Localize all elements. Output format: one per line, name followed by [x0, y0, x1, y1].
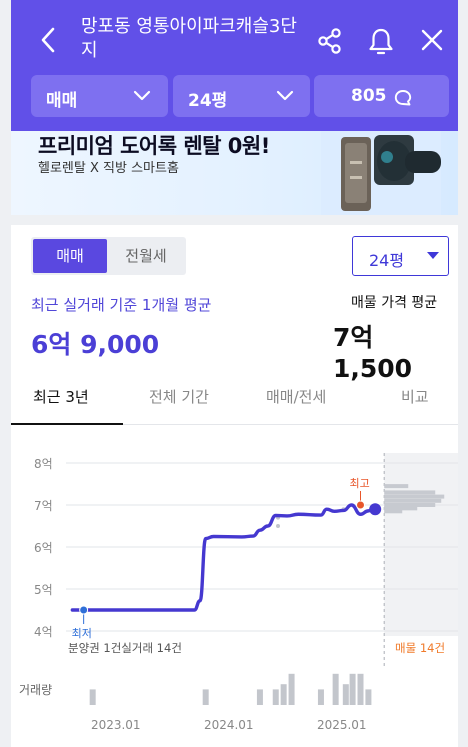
y-tick-label: 7억: [34, 499, 53, 513]
promo-banner[interactable]: 프리미엄 도어록 렌탈 0원! 헬로렌탈 X 직방 스마트홈: [11, 131, 458, 215]
tab-all-period[interactable]: 전체 기간: [149, 386, 209, 407]
size-dropdown[interactable]: 24평: [173, 75, 310, 117]
active-tab-indicator: [11, 423, 123, 425]
tab-compare[interactable]: 비교: [401, 386, 429, 407]
size-value: 24평: [188, 91, 228, 111]
volume-label: 거래량: [19, 683, 52, 697]
banner-subtitle: 헬로렌탈 X 직방 스마트홈: [38, 161, 179, 176]
price-line: [70, 503, 375, 612]
x-tick-label: 2023.01: [91, 718, 141, 732]
y-tick-label: 5억: [34, 583, 53, 597]
volume-bar: [332, 673, 339, 705]
share-button[interactable]: [315, 26, 345, 56]
listing-distribution-bar: [384, 509, 403, 514]
chevron-left-icon: [41, 27, 55, 53]
section-divider: [11, 215, 458, 225]
door-lock-image: [321, 131, 441, 215]
x-tick-label: 2024.01: [204, 718, 254, 732]
listing-distribution-bar: [384, 490, 436, 495]
tab-trade-jeonse[interactable]: 매매/전세: [266, 386, 326, 407]
tab-recent-3y[interactable]: 최근 3년: [33, 386, 89, 407]
y-tick-label: 6억: [34, 541, 53, 555]
trade-rent-toggle: 매매 전월세: [31, 237, 186, 275]
header: 망포동 영통아이파크캐슬3단지 매매 24평 805: [11, 0, 458, 131]
volume-bar: [342, 684, 349, 705]
volume-bar: [357, 673, 364, 705]
size-select[interactable]: 24평: [352, 236, 449, 276]
lowest-point: [79, 605, 89, 615]
period-tabs: 최근 3년 전체 기간 매매/전세 비교: [11, 373, 458, 425]
chevron-down-icon: [133, 90, 151, 101]
listing-distribution-bar: [384, 498, 442, 503]
back-button[interactable]: [37, 26, 61, 54]
notification-button[interactable]: [366, 26, 396, 56]
volume-bar: [89, 689, 96, 705]
recent-avg-value: 6억 9,000: [31, 330, 160, 359]
volume-bar: [272, 689, 279, 705]
toggle-rent[interactable]: 전월세: [109, 239, 183, 273]
toggle-trade[interactable]: 매매: [33, 239, 107, 273]
y-tick-label: 8억: [34, 457, 53, 471]
price-chart-svg: 8억 7억 6억 5억 4억 최저 최고분양권 1건실거래 14건 매물 14건거래량 2023…: [19, 453, 458, 732]
page-title: 망포동 영통아이파크캐슬3단지: [81, 16, 297, 61]
bell-icon: [369, 28, 393, 55]
caret-down-icon: [427, 252, 439, 259]
highest-label: 최고: [350, 477, 370, 490]
listing-distribution-bar: [384, 484, 409, 489]
lowest-label: 최저: [72, 627, 92, 640]
highest-point: [356, 500, 365, 510]
legend-transactions: 분양권 1건실거래 14건: [68, 641, 182, 655]
transaction-dot: [276, 524, 281, 528]
size-select-value: 24평: [369, 251, 405, 270]
listing-zone: [384, 453, 458, 636]
legend-listings: 매물 14건: [395, 641, 445, 655]
banner-title: 프리미엄 도어록 렌탈 0원!: [38, 134, 270, 158]
trade-type-value: 매매: [46, 91, 78, 111]
recent-avg-label: 최근 실거래 기준 1개월 평균: [31, 296, 212, 314]
y-tick-label: 4억: [34, 625, 53, 639]
app-frame: 망포동 영통아이파크캐슬3단지 매매 24평 805 프리미엄 도어록 렌탈 0…: [11, 0, 458, 747]
volume-bar: [256, 689, 263, 705]
volume-bar: [365, 689, 372, 705]
talk-button[interactable]: 805: [314, 75, 449, 117]
volume-bar: [202, 689, 209, 705]
trade-type-dropdown[interactable]: 매매: [31, 75, 168, 117]
chat-bubble-icon: [394, 90, 412, 106]
volume-bar: [349, 673, 356, 705]
volume-bar: [288, 673, 295, 705]
listing-distribution-bar: [384, 494, 445, 499]
close-icon: [421, 29, 443, 51]
current-price-point: [369, 503, 382, 516]
listing-avg-label: 매물 가격 평균: [351, 295, 438, 311]
volume-bar: [317, 689, 324, 705]
close-button[interactable]: [417, 26, 447, 56]
x-tick-label: 2025.01: [317, 718, 367, 732]
price-chart[interactable]: 8억 7억 6억 5억 4억 최저 최고분양권 1건실거래 14건 매물 14건거래량 2023…: [11, 440, 458, 747]
talk-count: 805: [351, 86, 387, 106]
volume-bar: [280, 684, 287, 705]
share-icon: [318, 28, 341, 54]
chevron-down-icon: [276, 90, 294, 101]
